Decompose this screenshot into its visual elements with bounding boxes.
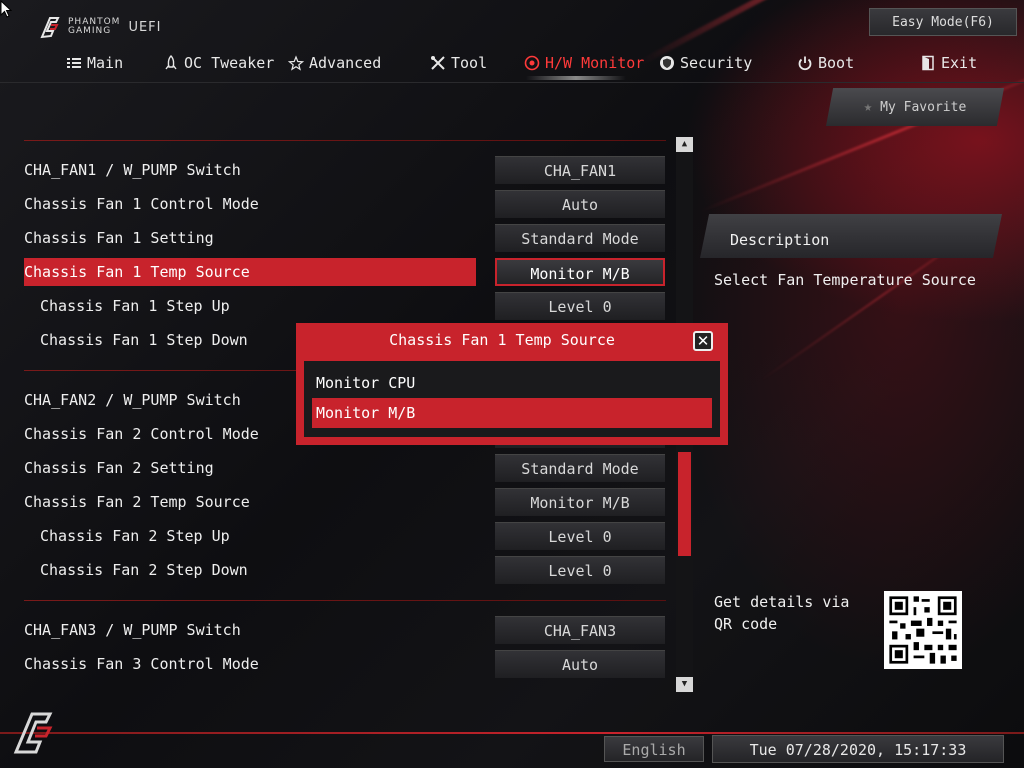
qr-caption: Get details via QR code xyxy=(714,593,850,633)
setting-row-fan2-step-down[interactable]: Chassis Fan 2 Step Down xyxy=(24,556,492,584)
temp-source-popup: Chassis Fan 1 Temp Source ✕ Monitor CPU … xyxy=(296,323,728,445)
datetime-display[interactable]: Tue 07/28/2020, 15:17:33 xyxy=(712,735,1004,763)
setting-value-fan3-control-mode[interactable]: Auto xyxy=(495,650,665,678)
nav-divider xyxy=(0,82,1024,83)
footer-divider xyxy=(0,732,1024,734)
tab-advanced[interactable]: Advanced xyxy=(288,48,381,78)
qr-code-icon xyxy=(884,591,962,669)
popup-title: Chassis Fan 1 Temp Source xyxy=(389,331,615,349)
section-divider xyxy=(24,600,666,601)
tab-hw-monitor[interactable]: H/W Monitor xyxy=(524,48,644,78)
tab-boot[interactable]: Boot xyxy=(797,48,854,78)
setting-row-fan1-temp-source[interactable]: Chassis Fan 1 Temp Source xyxy=(24,258,476,286)
easy-mode-button[interactable]: Easy Mode(F6) xyxy=(869,8,1017,36)
power-icon xyxy=(798,56,812,71)
setting-value-cha-fan1-switch[interactable]: CHA_FAN1 xyxy=(495,156,665,184)
setting-value-fan1-control-mode[interactable]: Auto xyxy=(495,190,665,218)
list-icon xyxy=(67,58,81,68)
tab-exit[interactable]: Exit xyxy=(920,48,977,78)
tab-boot-label: Boot xyxy=(818,54,855,72)
language-button[interactable]: English xyxy=(604,736,704,762)
scrollbar-thumb[interactable] xyxy=(678,452,691,556)
mouse-cursor-icon xyxy=(0,0,12,18)
tab-oc-tweaker[interactable]: OC Tweaker xyxy=(163,48,274,78)
popup-option-monitor-mb[interactable]: Monitor M/B xyxy=(312,398,712,428)
setting-value-fan2-step-up[interactable]: Level 0 xyxy=(495,522,665,550)
shield-icon xyxy=(660,56,674,70)
tab-security-label: Security xyxy=(680,54,753,72)
setting-value-fan1-temp-source[interactable]: Monitor M/B xyxy=(495,258,665,286)
uefi-label: UEFI xyxy=(128,19,162,35)
tab-hw-monitor-label: H/W Monitor xyxy=(545,54,645,72)
setting-value-fan2-setting[interactable]: Standard Mode xyxy=(495,454,665,482)
asrock-logo-icon xyxy=(13,712,53,754)
scroll-up-arrow-icon[interactable]: ▲ xyxy=(676,137,693,152)
setting-row-fan2-setting[interactable]: Chassis Fan 2 Setting xyxy=(24,454,476,482)
brand-name: PHANTOM GAMING xyxy=(68,17,121,36)
tab-main[interactable]: Main xyxy=(66,48,123,78)
setting-row-fan2-temp-source[interactable]: Chassis Fan 2 Temp Source xyxy=(24,488,476,516)
popup-option-monitor-cpu[interactable]: Monitor CPU xyxy=(312,368,712,398)
setting-row-fan2-step-up[interactable]: Chassis Fan 2 Step Up xyxy=(24,522,492,550)
tab-tool[interactable]: Tool xyxy=(430,48,487,78)
star-icon: ★ xyxy=(863,99,873,115)
setting-value-fan1-setting[interactable]: Standard Mode xyxy=(495,224,665,252)
my-favorite-label: My Favorite xyxy=(880,99,967,115)
setting-value-fan2-temp-source[interactable]: Monitor M/B xyxy=(495,488,665,516)
rocket-icon xyxy=(165,55,177,70)
tab-exit-label: Exit xyxy=(941,54,978,72)
exit-door-icon xyxy=(922,55,934,71)
setting-value-fan2-step-down[interactable]: Level 0 xyxy=(495,556,665,584)
description-title: Description xyxy=(730,231,830,249)
main-nav: Main OC Tweaker Advanced Tool H/W Monito… xyxy=(0,48,1024,80)
scroll-down-arrow-icon[interactable]: ▼ xyxy=(676,677,693,692)
setting-row-fan3-control-mode[interactable]: Chassis Fan 3 Control Mode xyxy=(24,650,476,678)
setting-row-cha-fan1-switch[interactable]: CHA_FAN1 / W_PUMP Switch xyxy=(24,156,476,184)
my-favorite-button[interactable]: ★ My Favorite xyxy=(826,88,1004,126)
section-divider xyxy=(24,140,666,141)
star-icon xyxy=(288,55,304,71)
setting-row-fan1-control-mode[interactable]: Chassis Fan 1 Control Mode xyxy=(24,190,476,218)
monitor-gauge-icon xyxy=(524,55,540,71)
tab-advanced-label: Advanced xyxy=(309,54,382,72)
setting-row-fan1-setting[interactable]: Chassis Fan 1 Setting xyxy=(24,224,476,252)
description-text: Select Fan Temperature Source xyxy=(714,271,976,289)
tools-icon xyxy=(431,56,445,70)
active-tab-indicator xyxy=(526,76,626,80)
brand-logo: PHANTOM GAMING UEFI xyxy=(38,14,161,40)
setting-value-fan1-step-up[interactable]: Level 0 xyxy=(495,292,665,320)
tab-main-label: Main xyxy=(87,54,124,72)
close-icon[interactable]: ✕ xyxy=(693,331,713,351)
tab-security[interactable]: Security xyxy=(659,48,752,78)
setting-row-fan1-step-up[interactable]: Chassis Fan 1 Step Up xyxy=(24,292,492,320)
setting-row-cha-fan3-switch[interactable]: CHA_FAN3 / W_PUMP Switch xyxy=(24,616,476,644)
tab-tool-label: Tool xyxy=(451,54,488,72)
setting-value-cha-fan3-switch[interactable]: CHA_FAN3 xyxy=(495,616,665,644)
asrock-logo-icon xyxy=(40,17,60,39)
tab-oc-tweaker-label: OC Tweaker xyxy=(184,54,275,72)
